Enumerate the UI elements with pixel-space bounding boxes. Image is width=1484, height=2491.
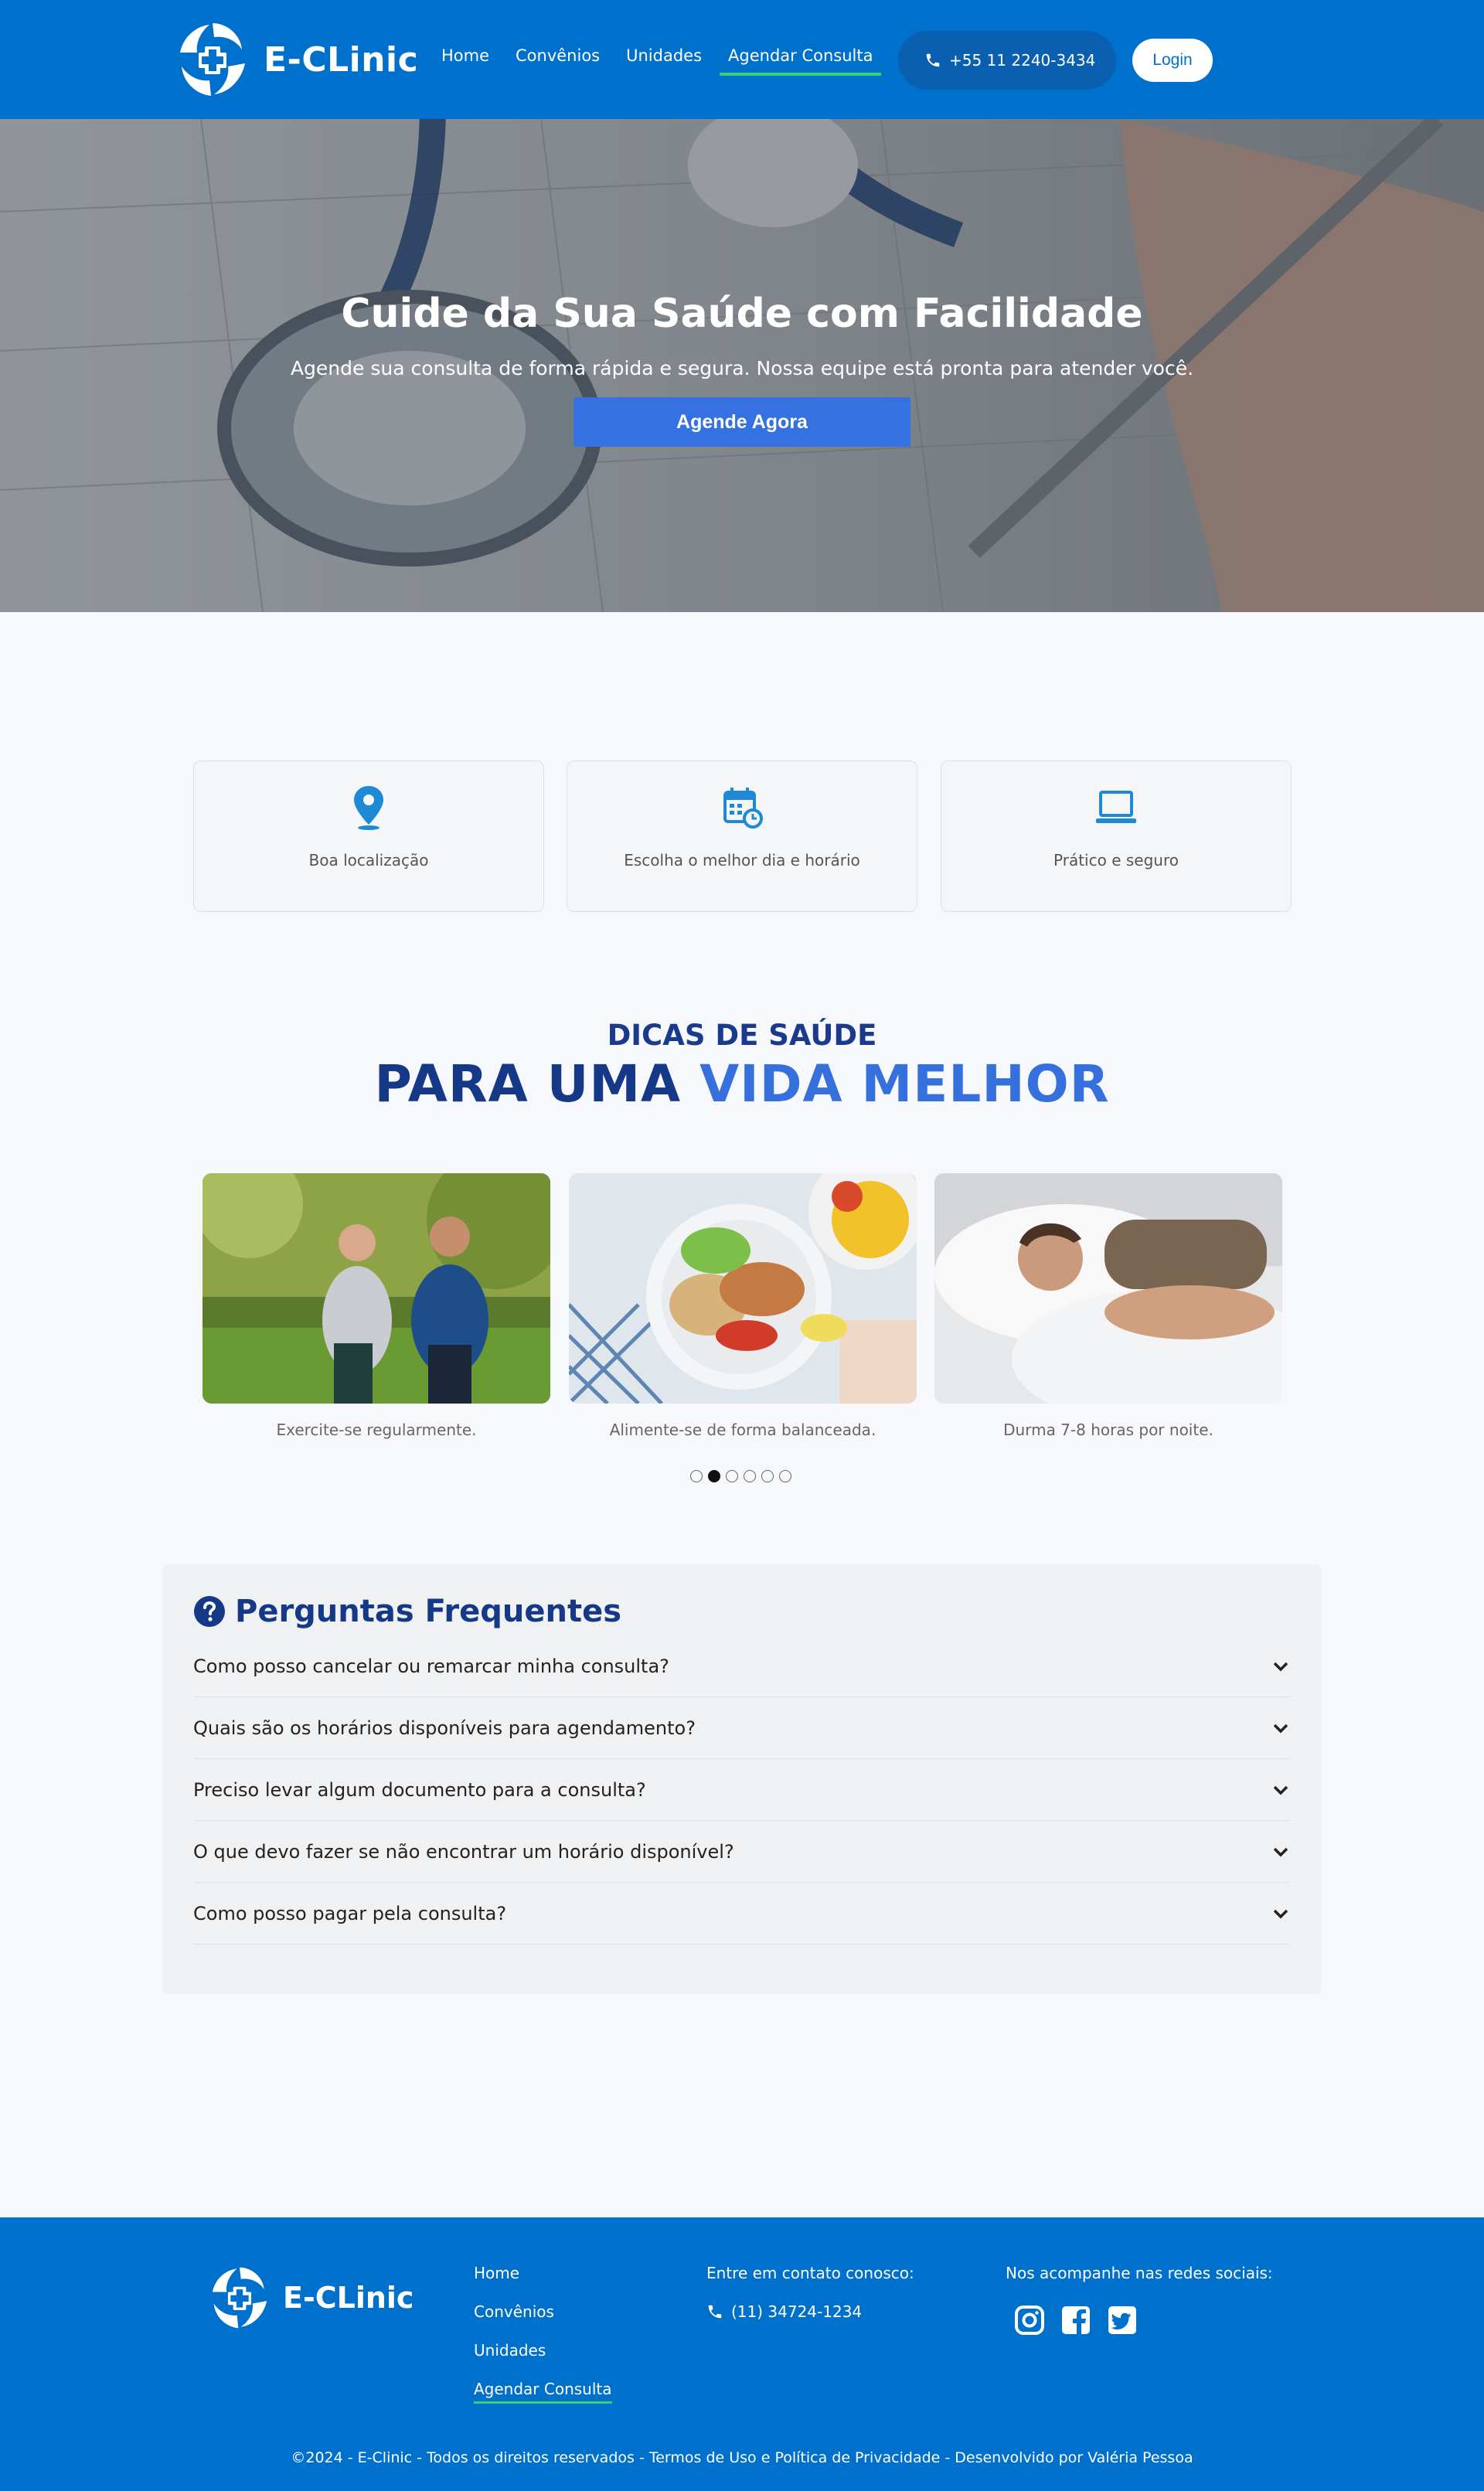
twitter-icon[interactable]	[1108, 2306, 1137, 2335]
carousel-dot[interactable]	[761, 1470, 774, 1482]
carousel-pagination	[690, 1470, 791, 1482]
footer-brand-name: E-CLinic	[283, 2281, 414, 2315]
nav-convenios[interactable]: Convênios	[507, 42, 608, 76]
nav-home[interactable]: Home	[433, 42, 498, 76]
chevron-down-icon	[1273, 1785, 1288, 1795]
tip-caption: Exercite-se regularmente.	[276, 1421, 477, 1439]
faq-question: O que devo fazer se não encontrar um hor…	[193, 1840, 734, 1863]
calendar-clock-icon	[723, 788, 763, 829]
tip-image-sleep	[934, 1173, 1282, 1404]
footer-phone-number: (11) 34724-1234	[731, 2302, 863, 2321]
feature-label: Prático e seguro	[1053, 851, 1179, 869]
nav-agendar-consulta[interactable]: Agendar Consulta	[720, 42, 882, 76]
faq-item[interactable]: Preciso levar algum documento para a con…	[193, 1759, 1291, 1821]
clinic-logo-icon	[180, 23, 245, 96]
footer-link-unidades[interactable]: Unidades	[474, 2341, 612, 2380]
tip-card-food: Alimente-se de forma balanceada.	[569, 1173, 917, 1439]
feature-card-location: Boa localização	[193, 761, 544, 912]
hero-banner: Cuide da Sua Saúde com Facilidade Agende…	[0, 119, 1484, 612]
tip-caption: Alimente-se de forma balanceada.	[609, 1421, 876, 1439]
footer-social-title: Nos acompanhe nas redes sociais:	[1006, 2264, 1273, 2282]
feature-label: Boa localização	[308, 851, 429, 869]
feature-card-secure: Prático e seguro	[941, 761, 1292, 912]
faq-question: Preciso levar algum documento para a con…	[193, 1778, 646, 1801]
tip-image-food	[569, 1173, 917, 1404]
footer-nav: Home Convênios Unidades Agendar Consulta	[474, 2264, 612, 2418]
faq-title: Perguntas Frequentes	[235, 1594, 621, 1629]
header-phone-number: +55 11 2240-3434	[949, 51, 1096, 70]
chevron-down-icon	[1273, 1662, 1288, 1671]
tip-caption: Durma 7-8 horas por noite.	[1003, 1421, 1213, 1439]
footer-link-label: Agendar Consulta	[474, 2380, 612, 2404]
carousel-dot[interactable]	[690, 1470, 703, 1482]
tips-title-highlight: VIDA MELHOR	[699, 1054, 1110, 1114]
question-circle-icon	[194, 1596, 225, 1627]
chevron-down-icon	[1273, 1909, 1288, 1918]
chevron-down-icon	[1273, 1724, 1288, 1733]
faq-item[interactable]: Quais são os horários disponíveis para a…	[193, 1697, 1291, 1759]
hero-subtitle: Agende sua consulta de forma rápida e se…	[290, 357, 1194, 379]
header-phone[interactable]: +55 11 2240-3434	[898, 31, 1116, 90]
brand-logo[interactable]: E-CLinic	[174, 17, 418, 102]
footer-phone[interactable]: (11) 34724-1234	[706, 2302, 914, 2321]
faq-item[interactable]: Como posso pagar pela consulta?	[193, 1883, 1291, 1945]
faq-item[interactable]: Como posso cancelar ou remarcar minha co…	[193, 1635, 1291, 1697]
map-pin-icon	[354, 786, 383, 830]
faq-question: Como posso cancelar ou remarcar minha co…	[193, 1655, 669, 1677]
faq-item[interactable]: O que devo fazer se não encontrar um hor…	[193, 1821, 1291, 1883]
footer-link-agendar-consulta[interactable]: Agendar Consulta	[474, 2380, 612, 2418]
tip-card-sleep: Durma 7-8 horas por noite.	[934, 1173, 1282, 1439]
chevron-down-icon	[1273, 1847, 1288, 1856]
clinic-logo-icon	[212, 2267, 267, 2329]
nav-unidades[interactable]: Unidades	[618, 42, 710, 76]
login-button[interactable]: Login	[1132, 39, 1213, 82]
feature-card-schedule: Escolha o melhor dia e horário	[567, 761, 917, 912]
carousel-dot[interactable]	[726, 1470, 738, 1482]
main-nav: Home Convênios Unidades Agendar Consulta	[433, 42, 890, 76]
brand-name: E-CLinic	[264, 39, 419, 80]
footer-link-label: Home	[474, 2264, 520, 2282]
footer-link-label: Unidades	[474, 2341, 546, 2360]
site-footer: E-CLinic Home Convênios Unidades Agendar…	[0, 2217, 1484, 2491]
footer-link-home[interactable]: Home	[474, 2264, 612, 2302]
site-header: E-CLinic Home Convênios Unidades Agendar…	[0, 0, 1484, 119]
facebook-icon[interactable]	[1061, 2306, 1091, 2335]
tip-card-exercise: Exercite-se regularmente.	[203, 1173, 550, 1439]
faq-question: Quais são os horários disponíveis para a…	[193, 1717, 696, 1739]
carousel-dot-active[interactable]	[708, 1470, 720, 1482]
schedule-now-button[interactable]: Agende Agora	[574, 397, 910, 447]
footer-link-convenios[interactable]: Convênios	[474, 2302, 612, 2341]
phone-icon	[926, 53, 940, 67]
hero-title: Cuide da Sua Saúde com Facilidade	[341, 291, 1143, 337]
feature-label: Escolha o melhor dia e horário	[624, 851, 860, 869]
tips-title: PARA UMA VIDA MELHOR	[0, 1054, 1484, 1114]
footer-contact-title: Entre em contato conosco:	[706, 2264, 914, 2282]
footer-logo[interactable]: E-CLinic	[207, 2262, 414, 2333]
footer-copyright: ©2024 - E-Clinic - Todos os direitos res…	[291, 2449, 1193, 2466]
tip-image-exercise	[203, 1173, 550, 1404]
faq-header: Perguntas Frequentes	[193, 1594, 621, 1629]
tips-title-part1: PARA UMA	[374, 1054, 700, 1114]
laptop-icon	[1096, 791, 1136, 823]
instagram-icon[interactable]	[1015, 2306, 1044, 2335]
faq-section: Perguntas Frequentes Como posso cancelar…	[162, 1564, 1322, 1994]
faq-question: Como posso pagar pela consulta?	[193, 1902, 507, 1924]
carousel-dot[interactable]	[779, 1470, 791, 1482]
carousel-dot[interactable]	[744, 1470, 756, 1482]
footer-contact: Entre em contato conosco: (11) 34724-123…	[706, 2264, 914, 2321]
tips-kicker: DICAS DE SAÚDE	[607, 1019, 877, 1052]
phone-icon	[708, 2305, 722, 2319]
footer-link-label: Convênios	[474, 2302, 554, 2321]
footer-social: Nos acompanhe nas redes sociais:	[1006, 2264, 1273, 2335]
